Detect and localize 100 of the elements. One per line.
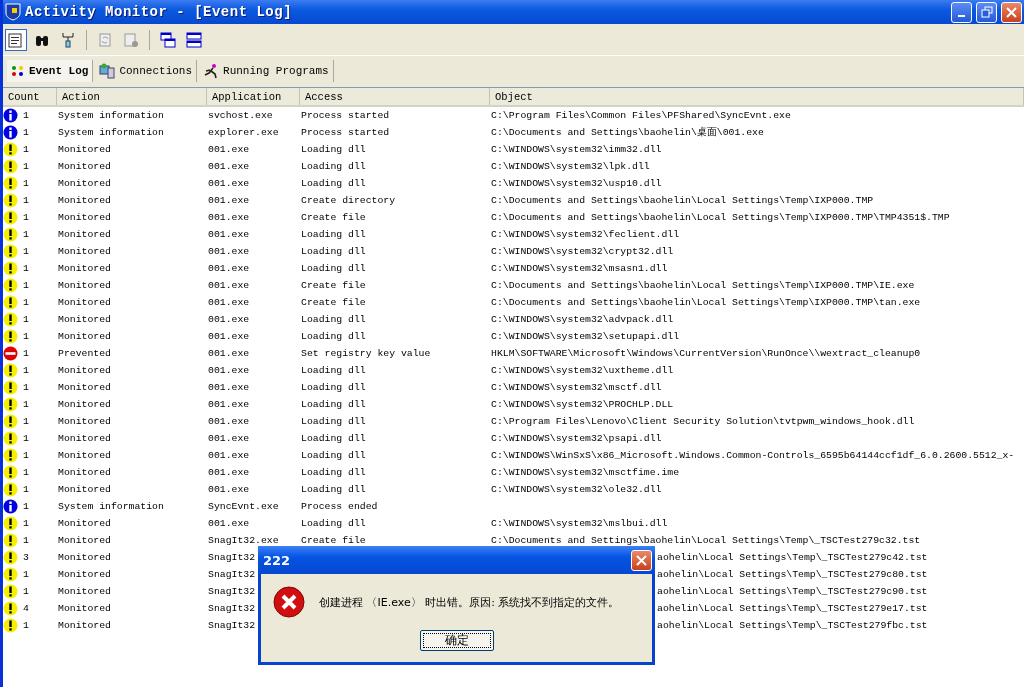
action-cell-text: Monitored bbox=[57, 263, 111, 274]
count-cell-text: 1 bbox=[22, 433, 29, 444]
application-cell-text: 001.exe bbox=[207, 280, 250, 291]
warning-icon bbox=[3, 448, 18, 463]
action-cell-text: Monitored bbox=[57, 229, 111, 240]
object-cell-text: aohelin\Local Settings\Temp\_TSCTest279c42.tst bbox=[656, 552, 928, 563]
cascade-windows-icon bbox=[160, 31, 176, 48]
application-cell-text: SnagIt32 bbox=[207, 569, 256, 580]
object-cell-text: C:\WINDOWS\system32\msctf.dll bbox=[490, 382, 662, 393]
object-cell-text: C:\WINDOWS\WinSxS\x86_Microsoft.Windows.Common-Controls_6595b64144ccf1df_6.0.2600.5512_x- bbox=[490, 450, 1015, 461]
access-cell-text: Loading dll bbox=[300, 178, 366, 189]
count-cell-text: 1 bbox=[22, 569, 29, 580]
dialog-title: 222 bbox=[263, 552, 291, 568]
application-cell-text: 001.exe bbox=[207, 518, 250, 529]
count-cell-text: 1 bbox=[22, 246, 29, 257]
application-cell-text: 001.exe bbox=[207, 212, 250, 223]
minimize-button[interactable] bbox=[951, 1, 972, 23]
object-cell-text: C:\WINDOWS\system32\ole32.dll bbox=[490, 484, 662, 495]
object-cell-text: C:\WINDOWS\system32\setupapi.dll bbox=[490, 331, 680, 342]
application-cell-text: 001.exe bbox=[207, 297, 250, 308]
column-header[interactable]: Application bbox=[207, 88, 300, 105]
action-cell-text: Monitored bbox=[57, 569, 111, 580]
restore-button[interactable] bbox=[976, 1, 997, 23]
object-cell-text: C:\WINDOWS\system32\psapi.dll bbox=[490, 433, 662, 444]
warning-icon bbox=[3, 465, 18, 480]
action-cell-text: System information bbox=[57, 127, 164, 138]
column-header[interactable]: Count bbox=[3, 88, 57, 105]
count-cell-text: 1 bbox=[22, 161, 29, 172]
object-cell-text: aohelin\Local Settings\Temp\_TSCTest279fbc.tst bbox=[656, 620, 928, 631]
access-cell-text: Loading dll bbox=[300, 331, 366, 342]
action-cell-text: Monitored bbox=[57, 484, 111, 495]
object-cell-text: C:\Documents and Settings\baohelin\Local Settings\Temp\IXP000.TMP\tan.exe bbox=[490, 297, 921, 308]
count-cell-text: 1 bbox=[22, 212, 29, 223]
count-cell-text: 1 bbox=[22, 518, 29, 529]
warning-icon bbox=[3, 261, 18, 276]
application-cell-text: SnagIt32 bbox=[207, 586, 256, 597]
application-cell-text: 001.exe bbox=[207, 314, 250, 325]
column-header[interactable]: Access bbox=[300, 88, 490, 105]
warning-icon bbox=[3, 363, 18, 378]
count-cell-text: 1 bbox=[22, 416, 29, 427]
action-cell-text: Monitored bbox=[57, 603, 111, 614]
tile-windows-icon bbox=[186, 31, 202, 48]
ok-button[interactable]: 确定 bbox=[419, 630, 494, 651]
count-cell-text: 1 bbox=[22, 382, 29, 393]
access-cell-text: Loading dll bbox=[300, 246, 366, 257]
application-cell-text: SnagIt32.exe bbox=[207, 535, 279, 546]
access-cell-text: Loading dll bbox=[300, 161, 366, 172]
count-cell-text: 1 bbox=[22, 331, 29, 342]
warning-icon bbox=[3, 176, 18, 191]
access-cell-text: Process ended bbox=[300, 501, 378, 512]
application-cell-text: 001.exe bbox=[207, 348, 250, 359]
count-cell-text: 3 bbox=[22, 552, 29, 563]
refresh-icon bbox=[97, 31, 113, 48]
action-cell-text: Monitored bbox=[57, 144, 111, 155]
warning-icon bbox=[3, 142, 18, 157]
object-cell-text: C:\Program Files\Common Files\PFShared\SyncEvnt.exe bbox=[490, 110, 791, 121]
access-cell-text: Loading dll bbox=[300, 382, 366, 393]
application-cell-text: SnagIt32 bbox=[207, 552, 256, 563]
warning-icon bbox=[3, 414, 18, 429]
column-header[interactable]: Object bbox=[490, 88, 1024, 105]
application-cell-text: 001.exe bbox=[207, 246, 250, 257]
tab[interactable]: Connections bbox=[95, 60, 198, 82]
object-cell-text: C:\WINDOWS\system32\mslbui.dll bbox=[490, 518, 668, 529]
warning-icon bbox=[3, 533, 18, 548]
action-cell-text: Monitored bbox=[57, 297, 111, 308]
object-cell-text: aohelin\Local Settings\Temp\_TSCTest279c80.tst bbox=[656, 569, 928, 580]
object-cell-text: C:\Documents and Settings\baohelin\Local Settings\Temp\IXP000.TMP\IE.exe bbox=[490, 280, 915, 291]
count-cell-text: 1 bbox=[22, 127, 29, 138]
close-button[interactable] bbox=[631, 549, 652, 571]
action-cell-text: Monitored bbox=[57, 382, 111, 393]
warning-icon bbox=[3, 244, 18, 259]
warning-icon bbox=[3, 601, 18, 616]
count-cell-text: 1 bbox=[22, 365, 29, 376]
access-cell-text: Loading dll bbox=[300, 484, 366, 495]
action-cell-text: Monitored bbox=[57, 450, 111, 461]
access-cell-text: Loading dll bbox=[300, 365, 366, 376]
access-cell-text: Loading dll bbox=[300, 399, 366, 410]
action-cell-text: Prevented bbox=[57, 348, 111, 359]
count-cell-text: 1 bbox=[22, 501, 29, 512]
application-cell-text: 001.exe bbox=[207, 467, 250, 478]
count-cell-text: 1 bbox=[22, 229, 29, 240]
toolbar-button[interactable] bbox=[5, 28, 27, 51]
warning-icon bbox=[3, 380, 18, 395]
access-cell-text: Loading dll bbox=[300, 263, 366, 274]
object-cell-text: C:\WINDOWS\system32\imm32.dll bbox=[490, 144, 662, 155]
object-cell-text: C:\WINDOWS\system32\crypt32.dll bbox=[490, 246, 674, 257]
warning-icon bbox=[3, 278, 18, 293]
column-header[interactable]: Action bbox=[57, 88, 207, 105]
close-button[interactable] bbox=[1001, 1, 1022, 23]
warning-icon bbox=[3, 159, 18, 174]
action-cell-text: Monitored bbox=[57, 365, 111, 376]
restore-icon bbox=[980, 6, 993, 18]
action-cell-text: Monitored bbox=[57, 280, 111, 291]
document-gear-icon bbox=[123, 31, 139, 48]
action-cell-text: Monitored bbox=[57, 586, 111, 597]
tab[interactable]: Event Log bbox=[7, 60, 94, 82]
access-cell-text: Create file bbox=[300, 212, 366, 223]
tab[interactable]: Running Programs bbox=[199, 60, 334, 82]
action-cell-text: Monitored bbox=[57, 195, 111, 206]
application-cell-text: svchost.exe bbox=[207, 110, 273, 121]
